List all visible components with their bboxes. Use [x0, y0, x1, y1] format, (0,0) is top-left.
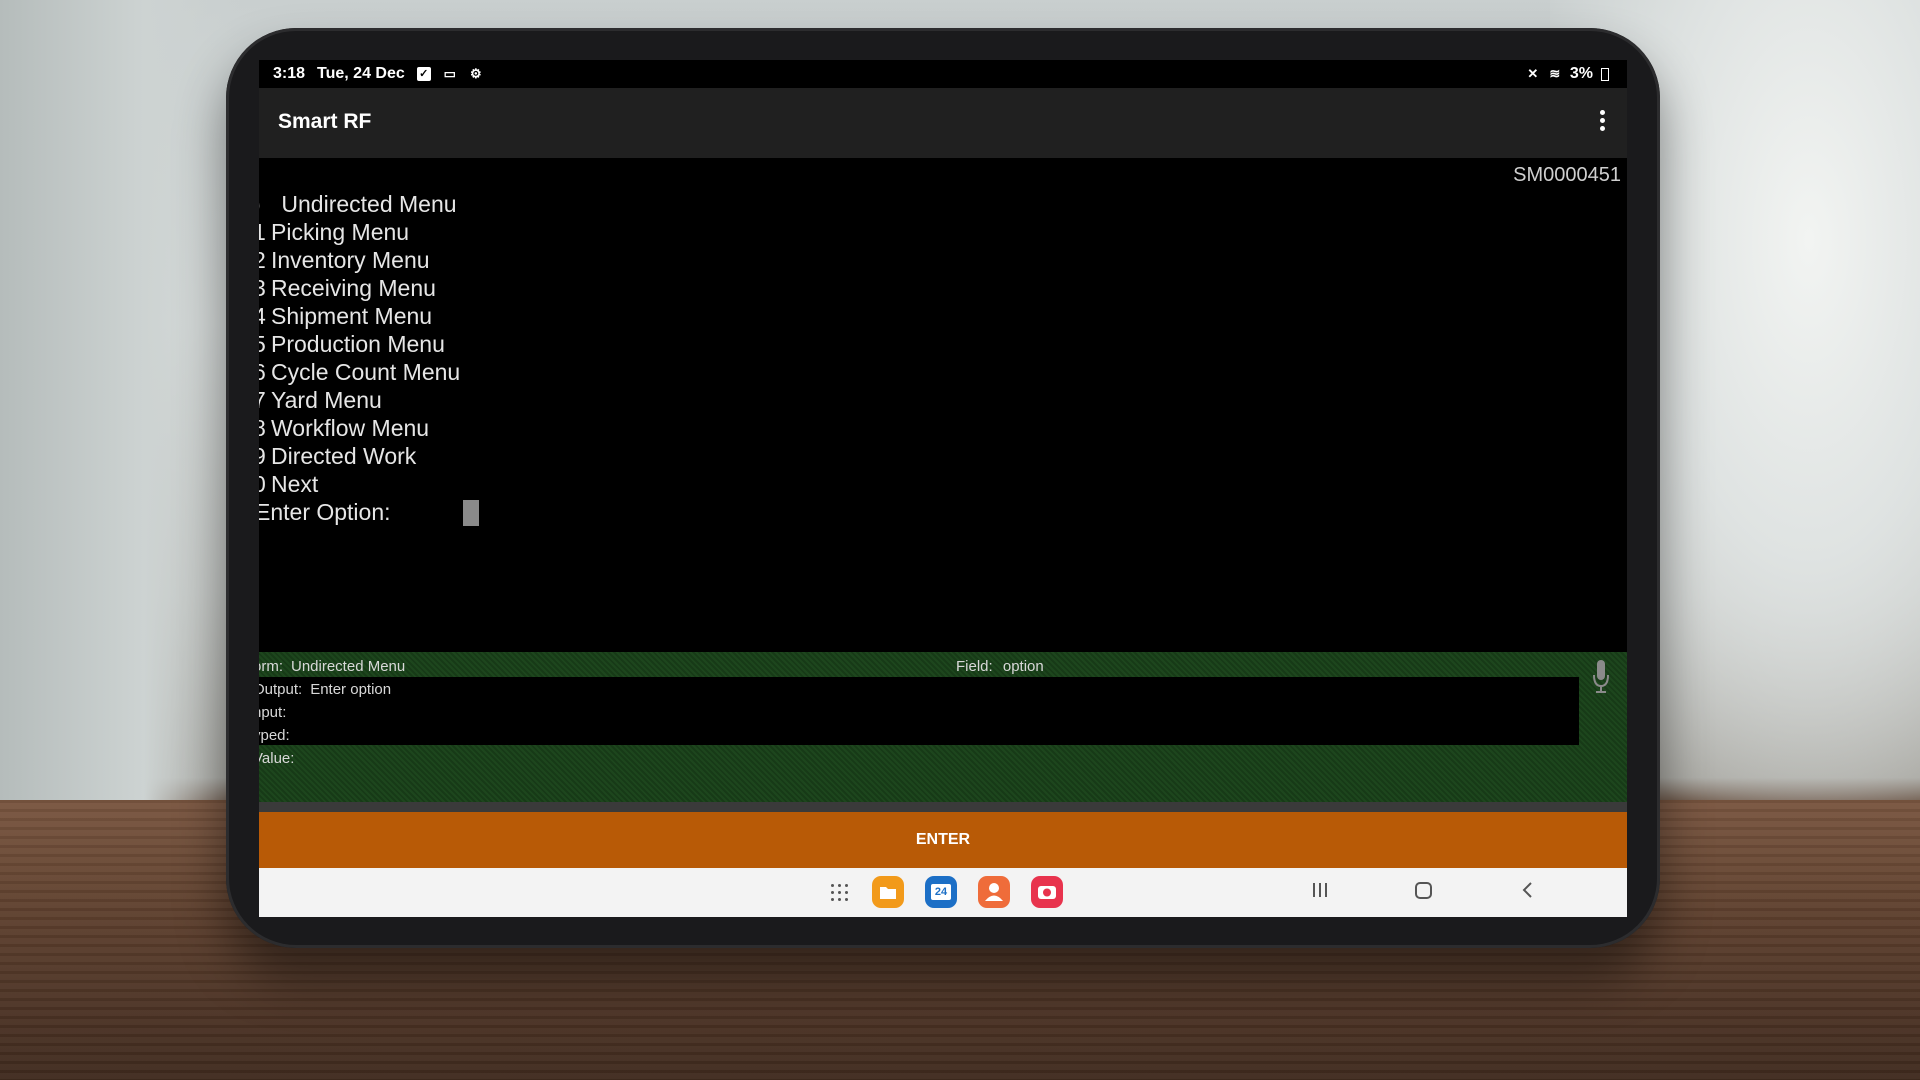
keyboard-notification-icon: ▭: [443, 66, 456, 81]
menu-item-label: Production Menu: [271, 331, 445, 357]
overflow-menu-icon[interactable]: [1597, 110, 1607, 136]
form-line: orm: Undirected Menu: [259, 656, 405, 678]
menu-item-cycle-count[interactable]: 6 Cycle Count Menu: [259, 358, 460, 386]
menu-item-number: 3: [259, 275, 266, 301]
form-value: Undirected Menu: [291, 658, 406, 675]
output-line: Output: Enter option: [259, 679, 391, 701]
enter-button[interactable]: ENTER: [259, 812, 1627, 868]
menu-item-label: Workflow Menu: [271, 415, 430, 441]
option-input-cursor[interactable]: [463, 500, 479, 526]
back-icon[interactable]: [1521, 880, 1535, 906]
menu-item-receiving[interactable]: 3 Receiving Menu: [259, 274, 460, 302]
wifi-icon: ≋: [1549, 66, 1561, 81]
calendar-day: 24: [931, 884, 951, 900]
info-output-area: [259, 677, 1579, 745]
checkbox-notification-icon: ✓: [416, 67, 431, 81]
field-value: option: [1002, 658, 1044, 675]
output-label: Output:: [259, 681, 303, 698]
menu-item-yard[interactable]: 7 Yard Menu: [259, 386, 460, 414]
app-drawer-icon[interactable]: [830, 883, 850, 903]
recent-apps-icon[interactable]: [1311, 880, 1329, 906]
menu-item-inventory[interactable]: 2 Inventory Menu: [259, 246, 460, 274]
typed-label: yped:: [259, 727, 290, 744]
status-time: 3:18: [273, 65, 306, 82]
background-blinds: [0, 0, 240, 820]
files-app-icon[interactable]: [872, 876, 904, 908]
field-line: Field: option: [956, 656, 1044, 678]
tablet-screen: 3:18 Tue, 24 Dec ✓ ▭ ⚙ ✕ ≋ 3% Smart RF S…: [259, 60, 1627, 917]
menu-item-label: Picking Menu: [271, 219, 410, 245]
navigation-bar: 24: [259, 868, 1627, 917]
info-panel: orm: Undirected Menu Field: option Output…: [259, 652, 1627, 802]
menu-item-number: 6: [259, 359, 266, 385]
output-value: Enter option: [310, 681, 392, 698]
calendar-app-icon[interactable]: 24: [925, 876, 957, 908]
device-id: SM0000451: [1513, 164, 1621, 186]
app-title: Smart RF: [278, 110, 372, 133]
form-label: orm:: [259, 658, 283, 675]
battery-percent: 3%: [1569, 65, 1593, 82]
menu-item-label: Receiving Menu: [271, 275, 436, 301]
menu-item-number: 7: [259, 387, 266, 413]
menu-item-undirected[interactable]: ) Undirected Menu: [259, 190, 460, 218]
menu-item-number: 2: [259, 247, 266, 273]
menu-item-label: Undirected Menu: [281, 191, 457, 217]
menu-item-shipment[interactable]: 4 Shipment Menu: [259, 302, 460, 330]
status-date: Tue, 24 Dec: [317, 65, 405, 82]
menu-item-next[interactable]: 0 Next: [259, 470, 460, 498]
menu-item-label: Cycle Count Menu: [271, 359, 461, 385]
menu-item-number: 5: [259, 331, 266, 357]
menu-item-number: 0: [259, 471, 266, 497]
background-scene: 3:18 Tue, 24 Dec ✓ ▭ ⚙ ✕ ≋ 3% Smart RF S…: [0, 0, 1920, 1080]
input-line: nput:: [259, 702, 286, 724]
menu-item-number: 4: [259, 303, 266, 329]
contacts-app-icon[interactable]: [978, 876, 1010, 908]
microphone-icon[interactable]: [1593, 660, 1609, 694]
mute-icon: ✕: [1527, 66, 1539, 81]
menu-item-production[interactable]: 5 Production Menu: [259, 330, 460, 358]
value-label: Value:: [259, 750, 295, 767]
menu-item-picking[interactable]: 1 Picking Menu: [259, 218, 460, 246]
menu-item-number: 9: [259, 443, 266, 469]
menu-item-label: Next: [271, 471, 319, 497]
settings-notification-icon: ⚙: [469, 66, 482, 81]
menu-item-label: Directed Work: [271, 443, 417, 469]
menu-item-number: 8: [259, 415, 266, 441]
field-label: Field:: [956, 658, 993, 675]
menu-list: ) Undirected Menu 1Picking Menu 2Invento…: [259, 190, 460, 498]
typed-line: yped:: [259, 725, 290, 747]
enter-option-prompt: Enter Option:: [259, 499, 391, 525]
menu-item-label: Inventory Menu: [271, 247, 430, 273]
home-icon[interactable]: [1414, 880, 1434, 906]
app-bar: Smart RF: [259, 88, 1627, 158]
value-line: Value:: [259, 748, 294, 770]
menu-item-workflow[interactable]: 8 Workflow Menu: [259, 414, 460, 442]
menu-item-directed-work[interactable]: 9 Directed Work: [259, 442, 460, 470]
divider: [259, 802, 1627, 812]
menu-item-label: Shipment Menu: [271, 303, 433, 329]
terminal-screen: SM0000451 ) Undirected Menu 1Picking Men…: [259, 158, 1627, 713]
input-label: nput:: [259, 704, 287, 721]
status-bar: 3:18 Tue, 24 Dec ✓ ▭ ⚙ ✕ ≋ 3%: [259, 60, 1627, 88]
menu-item-label: Yard Menu: [271, 387, 382, 413]
menu-item-number: 1: [259, 219, 266, 245]
camera-app-icon[interactable]: [1031, 876, 1063, 908]
battery-icon: [1601, 67, 1609, 81]
menu-item-number: ): [259, 190, 271, 218]
